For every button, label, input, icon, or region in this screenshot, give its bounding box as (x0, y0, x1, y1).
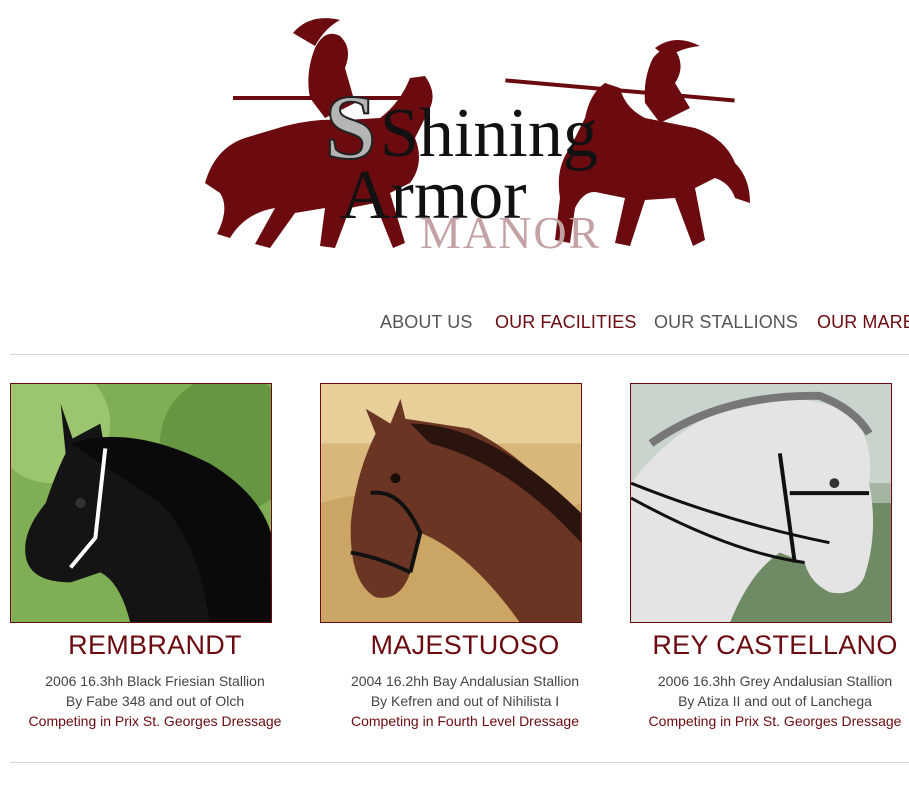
stallion-photo[interactable] (320, 383, 582, 623)
site-logo[interactable]: S Shining Armor MANOR (175, 8, 765, 258)
stallion-lineage: By Fabe 348 and out of Olch (65, 693, 245, 709)
stallion-details: 2004 16.2hh Bay Andalusian Stallion (350, 673, 580, 689)
nav-item-about-us[interactable]: ABOUT US (380, 312, 473, 333)
stallion-photo[interactable] (630, 383, 892, 623)
nav-item-our-mare[interactable]: OUR MARE (817, 312, 909, 333)
stallion-competition: Competing in Prix St. Georges Dressage (648, 713, 902, 729)
content-divider (10, 762, 909, 763)
nav-divider (10, 354, 909, 355)
nav-item-our-facilities[interactable]: OUR FACILITIES (495, 312, 636, 333)
grey-horse-photo (631, 384, 891, 622)
stallion-name[interactable]: MAJESTUOSO (320, 630, 610, 661)
black-horse-photo (11, 384, 271, 622)
knights-logo-graphic: S Shining Armor MANOR (205, 18, 750, 258)
stallion-lineage: By Kefren and out of Nihilista I (370, 693, 560, 709)
stallion-name[interactable]: REY CASTELLANO (630, 630, 909, 661)
stallion-competition: Competing in Prix St. Georges Dressage (28, 713, 282, 729)
logo-manor-text: MANOR (420, 207, 601, 258)
nav-item-our-stallions[interactable]: OUR STALLIONS (654, 312, 798, 333)
stallion-competition: Competing in Fourth Level Dressage (350, 713, 579, 729)
stallion-name[interactable]: REMBRANDT (10, 630, 300, 661)
stallion-details: 2006 16.3hh Grey Andalusian Stallion (657, 673, 893, 689)
stallion-photo[interactable] (10, 383, 272, 623)
main-navigation: ABOUT US OUR FACILITIES OUR STALLIONS OU… (0, 312, 909, 338)
stallion-details: 2006 16.3hh Black Friesian Stallion (45, 673, 265, 689)
bay-horse-photo (321, 384, 581, 622)
stallion-lineage: By Atiza II and out of Lanchega (678, 693, 872, 709)
